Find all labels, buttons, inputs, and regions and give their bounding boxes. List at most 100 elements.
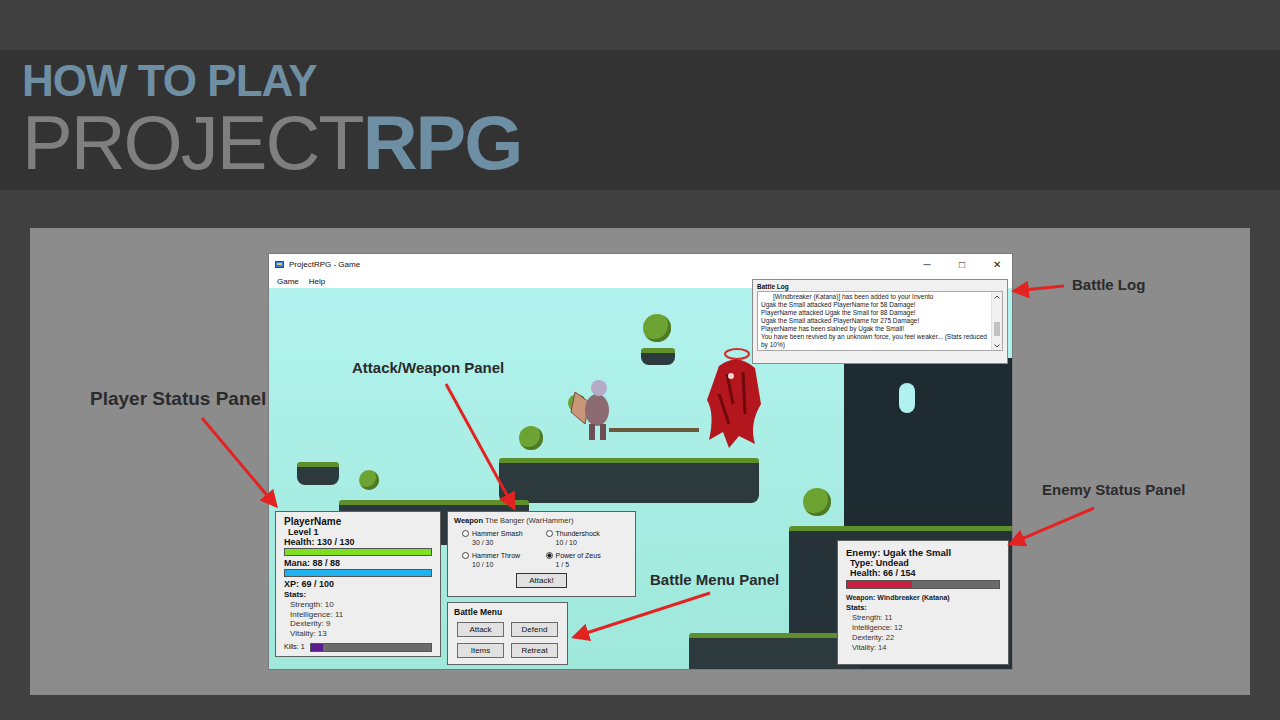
attack-radio[interactable] — [546, 530, 553, 537]
tree — [803, 488, 831, 516]
battle-menu-button[interactable]: Retreat — [511, 643, 558, 658]
health-bar — [284, 548, 432, 556]
tree — [519, 426, 543, 450]
stat-row: Vitality: 13 — [284, 629, 432, 639]
attack-uses: 10 / 10 — [462, 560, 546, 569]
battle-menu-button[interactable]: Items — [457, 643, 504, 658]
stat-row: Strength: 10 — [284, 600, 432, 610]
attack-options: Hammer Smash30 / 30Thundershock10 / 10Ha… — [454, 529, 629, 569]
battle-log-text: [Windbreaker (Katana)] has been added to… — [758, 292, 991, 350]
stats-title: Stats: — [284, 590, 432, 600]
title-bar: ProjectRPG - Game ─ □ ✕ — [269, 254, 1012, 274]
attack-uses: 10 / 10 — [546, 538, 630, 547]
arrow-icon — [202, 418, 276, 506]
attack-option[interactable]: Hammer Throw10 / 10 — [462, 551, 546, 569]
mana-bar — [284, 569, 432, 577]
battle-menu-buttons: Attack Defend Items Retreat — [454, 622, 561, 658]
title-banner: HOW TO PLAY PROJECTRPG — [0, 50, 1280, 190]
stat-row: Intelligence: 11 — [284, 610, 432, 620]
enemy-weapon: Weapon: Windbreaker (Katana) — [846, 593, 1000, 603]
annotation-label: Enemy Status Panel — [1042, 481, 1185, 499]
attack-option[interactable]: Thundershock10 / 10 — [546, 529, 630, 547]
kills-fill — [311, 644, 323, 651]
scroll-down-icon[interactable] — [992, 341, 1002, 350]
menu-item[interactable]: Help — [309, 277, 325, 286]
enemy-stats-title: Stats: — [846, 603, 1000, 613]
player-name: PlayerName — [284, 516, 432, 527]
attack-button[interactable]: Attack! — [516, 573, 566, 588]
attack-radio[interactable] — [546, 552, 553, 559]
gap — [0, 190, 1280, 228]
arrow-icon — [574, 593, 710, 637]
enemy-status-panel: Enemy: Ugak the SmallType: UndeadHealth:… — [837, 540, 1009, 665]
battle-menu-panel: Battle Menu Attack Defend Items Retreat — [447, 602, 568, 665]
weapon-name: The Banger (WarHammer) — [485, 516, 574, 525]
kills-count: Kills: 1 — [284, 642, 305, 652]
annotation-label: Player Status Panel — [90, 388, 266, 410]
brand-light: PROJECT — [22, 104, 363, 182]
chevron-up-icon — [994, 295, 1000, 299]
arrow-icon — [1014, 286, 1064, 291]
player-character — [569, 372, 619, 444]
attack-option[interactable]: Power of Zeus1 / 5 — [546, 551, 630, 569]
bridge — [609, 428, 699, 432]
weapon-header: Weapon The Banger (WarHammer) — [454, 516, 629, 526]
game-window: ProjectRPG - Game ─ □ ✕ Game Help Battle Log… — [268, 253, 1013, 670]
log-line: [Windbreaker (Katana)] has been added to… — [761, 293, 988, 301]
enemy-name: Enemy: Ugak the Small — [846, 547, 1000, 558]
attack-row[interactable]: Hammer Smash — [462, 529, 546, 538]
how-to-play-title: HOW TO PLAY — [22, 58, 1280, 104]
tree — [359, 470, 379, 490]
close-button[interactable]: ✕ — [982, 259, 1012, 270]
battle-log-box: [Windbreaker (Katana)] has been added to… — [757, 291, 1003, 351]
window-title: ProjectRPG - Game — [289, 260, 360, 269]
attack-radio[interactable] — [462, 552, 469, 559]
player-health: Health: 130 / 130 — [284, 537, 432, 547]
log-line: PlayerName has been slained by Ugak the … — [761, 325, 988, 333]
enemy-stat-row: Strength: 11 — [846, 613, 1000, 623]
battle-menu-button[interactable]: Attack — [457, 622, 504, 637]
floating-island — [689, 633, 859, 669]
chevron-down-icon — [994, 344, 1000, 348]
tree — [643, 314, 671, 342]
scroll-up-icon[interactable] — [992, 292, 1002, 301]
battle-menu-title: Battle Menu — [454, 607, 561, 618]
scroll-thumb[interactable] — [994, 322, 1000, 336]
brand-title: PROJECTRPG — [22, 104, 1280, 182]
attack-option[interactable]: Hammer Smash30 / 30 — [462, 529, 546, 547]
maximize-button[interactable]: □ — [947, 259, 977, 270]
log-line: PlayerName attacked Ugak the Small for 8… — [761, 309, 988, 317]
log-line: You have been revived by an unknown forc… — [761, 333, 988, 349]
kills-bar — [310, 643, 432, 652]
log-scrollbar[interactable] — [991, 292, 1002, 350]
brand-bold: RPG — [363, 104, 522, 182]
weapon-panel: Weapon The Banger (WarHammer) Hammer Smas… — [447, 511, 636, 597]
minimize-button[interactable]: ─ — [912, 259, 942, 270]
attack-radio[interactable] — [462, 530, 469, 537]
app-icon — [275, 260, 284, 269]
battle-menu-button[interactable]: Defend — [511, 622, 558, 637]
attack-button-row: Attack! — [454, 573, 629, 588]
attack-name: Hammer Throw — [472, 551, 520, 560]
player-mana: Mana: 88 / 88 — [284, 558, 432, 568]
enemy-stat-row: Vitality: 14 — [846, 643, 1000, 653]
arrow-icon — [446, 384, 514, 508]
health-fill — [285, 549, 431, 555]
stat-row: Dexterity: 9 — [284, 619, 432, 629]
enemy-health-bar — [846, 580, 1000, 589]
menu-item[interactable]: Game — [277, 277, 299, 286]
enemy-stat-row: Dexterity: 22 — [846, 633, 1000, 643]
kills-row: Kills: 1 — [284, 642, 432, 652]
attack-name: Thundershock — [556, 529, 600, 538]
arrow-icon — [1010, 508, 1094, 544]
scroll-track — [992, 301, 1002, 341]
top-strip — [0, 0, 1280, 50]
attack-row[interactable]: Hammer Throw — [462, 551, 546, 560]
attack-row[interactable]: Thundershock — [546, 529, 630, 538]
floating-island — [297, 462, 339, 485]
log-line: Ugak the Small attacked PlayerName for 2… — [761, 317, 988, 325]
annotation-label: Battle Log — [1072, 276, 1145, 294]
enemy-stat-row: Intelligence: 12 — [846, 623, 1000, 633]
attack-row[interactable]: Power of Zeus — [546, 551, 630, 560]
battle-log-title: Battle Log — [757, 282, 1003, 291]
